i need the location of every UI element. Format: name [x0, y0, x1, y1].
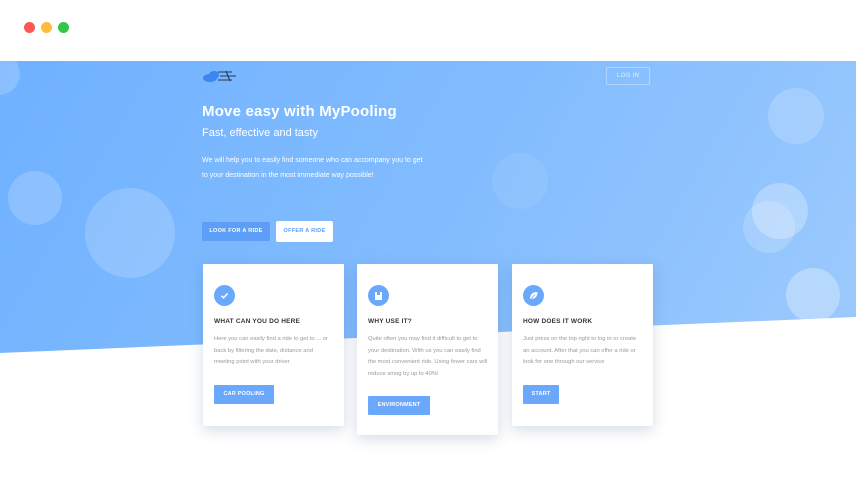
login-button[interactable]: LOG IN: [606, 67, 650, 85]
look-for-ride-button[interactable]: LOOK FOR A RIDE: [202, 222, 270, 241]
decorative-bubble: [8, 171, 62, 225]
environment-button[interactable]: ENVIRONMENT: [368, 396, 430, 415]
page-subtitle: Fast, effective and tasty: [202, 127, 318, 139]
feature-card-why: WHY USE IT? Quite often you may find it …: [357, 264, 498, 435]
decorative-bubble: [0, 61, 20, 95]
decorative-bubble: [743, 201, 795, 253]
decorative-bubble: [85, 188, 175, 278]
car-pooling-button[interactable]: CAR POOLING: [214, 385, 274, 404]
decorative-bubble: [768, 88, 824, 144]
card-text: Here you can easily find a ride to get t…: [214, 336, 328, 365]
start-button[interactable]: START: [523, 385, 559, 404]
card-title: WHAT CAN YOU DO HERE: [214, 318, 301, 325]
decorative-bubble: [786, 268, 840, 322]
hero-description: We will help you to easily find someone …: [202, 157, 423, 179]
building-icon: [368, 285, 389, 306]
feature-card-how: HOW DOES IT WORK Just press on the top r…: [512, 264, 653, 426]
card-title: WHY USE IT?: [368, 318, 412, 325]
check-icon: [214, 285, 235, 306]
close-window-button[interactable]: [24, 22, 35, 33]
maximize-window-button[interactable]: [58, 22, 69, 33]
page-title: Move easy with MyPooling: [202, 103, 397, 120]
offer-ride-button[interactable]: OFFER A RIDE: [276, 221, 333, 242]
cloud-road-logo-icon[interactable]: [202, 69, 238, 83]
card-title: HOW DOES IT WORK: [523, 318, 593, 325]
hero-section: LOG IN Move easy with MyPooling Fast, ef…: [0, 61, 856, 484]
card-text: Quite often you may find it difficult to…: [368, 336, 488, 377]
feature-card-what: WHAT CAN YOU DO HERE Here you can easily…: [203, 264, 344, 426]
decorative-bubble: [492, 153, 548, 209]
leaf-icon: [523, 285, 544, 306]
minimize-window-button[interactable]: [41, 22, 52, 33]
card-text: Just press on the top right to log in or…: [523, 336, 637, 365]
window-titlebar: [0, 0, 856, 61]
